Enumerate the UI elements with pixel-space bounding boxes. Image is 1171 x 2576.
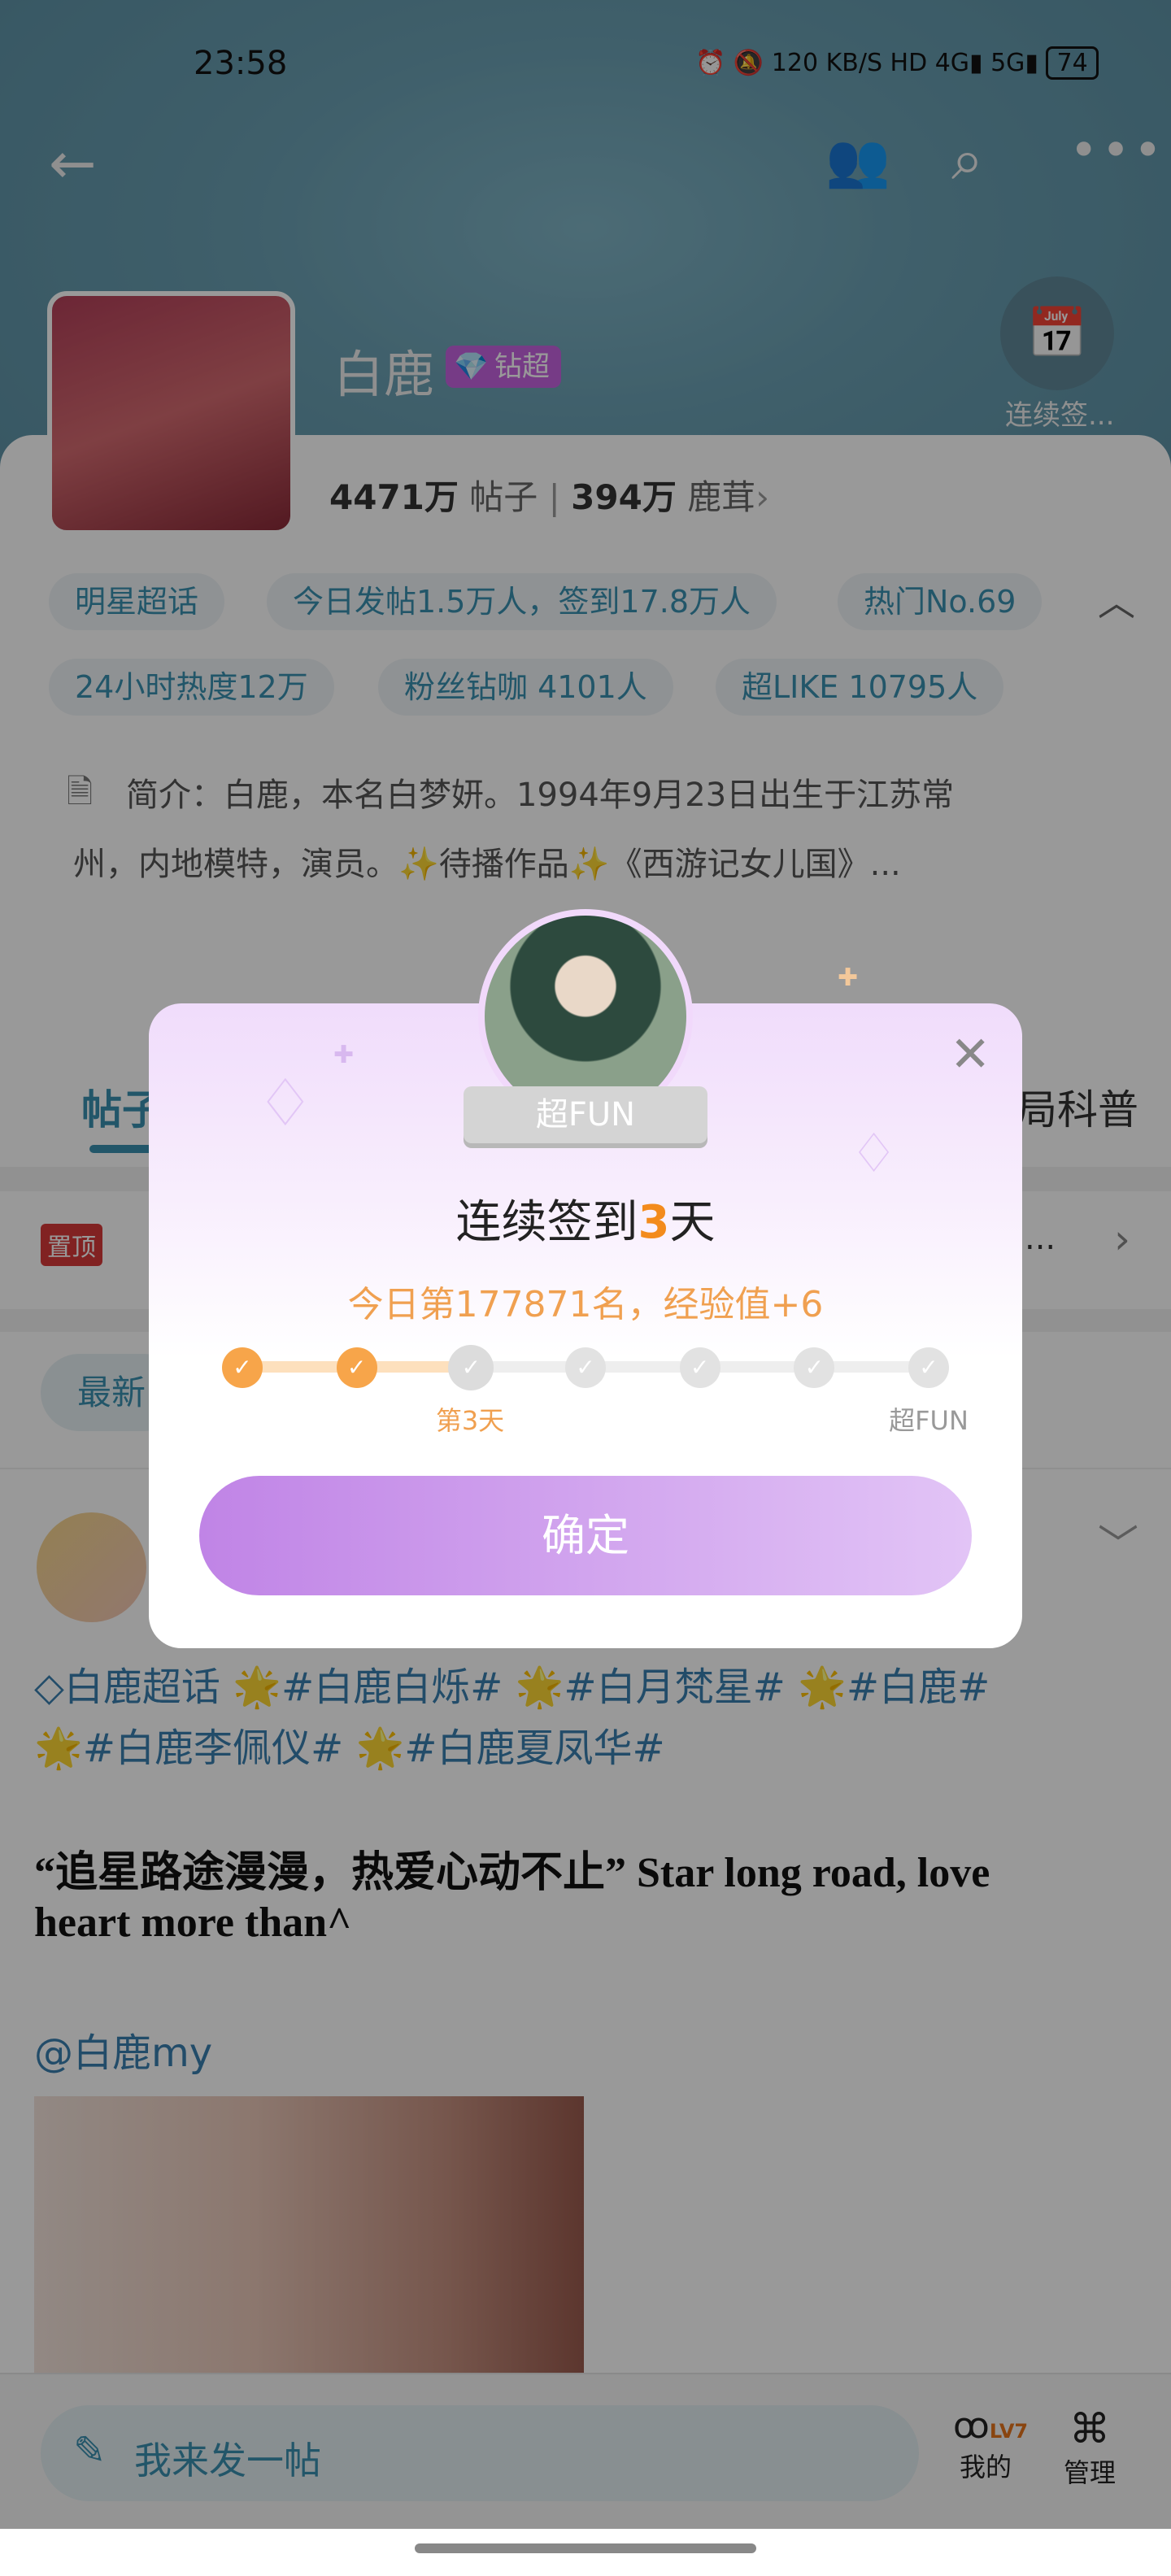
progress-day-node: ✓ bbox=[222, 1347, 263, 1388]
level-ribbon: 超FUN bbox=[464, 1086, 707, 1143]
home-indicator[interactable] bbox=[415, 2543, 756, 2553]
modal-subtitle: 今日第177871名，经验值+6 bbox=[347, 1284, 824, 1325]
diamond-decoration-icon: ♢ bbox=[850, 1122, 899, 1185]
title-prefix: 连续签到 bbox=[455, 1196, 638, 1249]
sparkle-plus-icon: ✚ bbox=[838, 964, 859, 992]
close-icon[interactable]: ✕ bbox=[950, 1026, 990, 1083]
streak-days: 3 bbox=[638, 1196, 670, 1249]
confirm-button[interactable]: 确定 bbox=[199, 1476, 972, 1595]
sparkle-plus-icon: ✚ bbox=[333, 1041, 355, 1069]
diamond-decoration-icon: ♢ bbox=[256, 1065, 315, 1141]
progress-day-node: ✓ bbox=[908, 1347, 949, 1388]
end-label: 超FUN bbox=[889, 1405, 969, 1436]
title-suffix: 天 bbox=[669, 1196, 716, 1249]
progress-day-node: ✓ bbox=[448, 1345, 494, 1390]
progress-day-node: ✓ bbox=[679, 1347, 720, 1388]
modal-title: 连续签到3天 bbox=[149, 1186, 1022, 1251]
progress-day-node: ✓ bbox=[336, 1347, 377, 1388]
progress-day-node: ✓ bbox=[794, 1347, 835, 1388]
progress-day-node: ✓ bbox=[565, 1347, 606, 1388]
day-label: 第3天 bbox=[435, 1405, 505, 1436]
